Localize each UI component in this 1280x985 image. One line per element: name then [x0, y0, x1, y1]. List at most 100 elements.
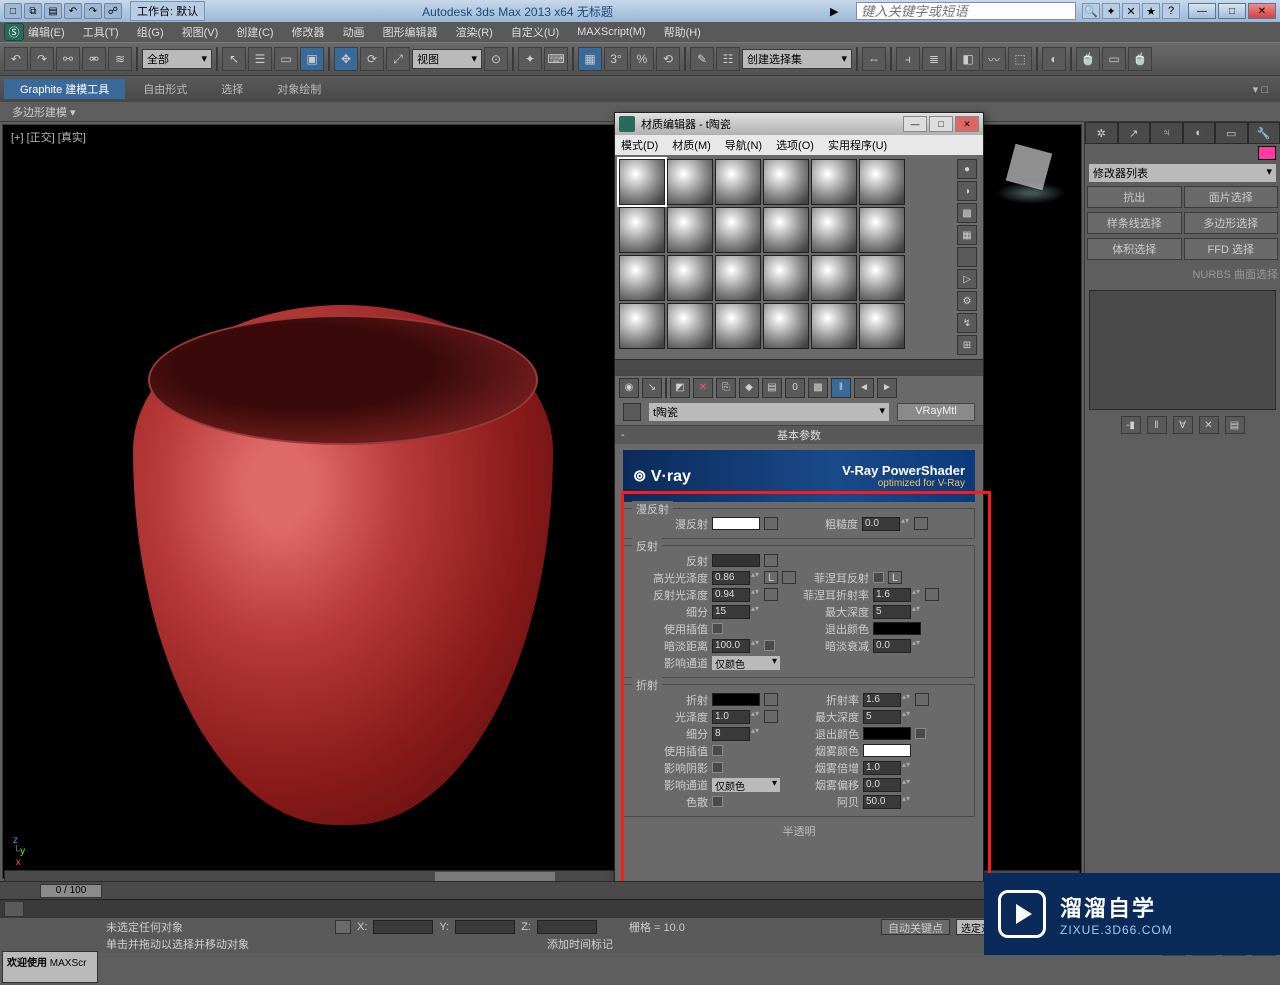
rotate-icon[interactable]: ⟳: [360, 47, 384, 71]
unlink-icon[interactable]: ⚮: [82, 47, 106, 71]
qat-link-icon[interactable]: ☍: [104, 3, 122, 19]
make-unique-icon[interactable]: ∀: [1173, 416, 1193, 434]
sample-slot[interactable]: [811, 255, 857, 301]
pivot-icon[interactable]: ⊙: [484, 47, 508, 71]
undo-icon[interactable]: ↶: [4, 47, 28, 71]
refract-map-button[interactable]: [764, 693, 778, 706]
roughness-spinner[interactable]: 0.0: [862, 517, 900, 531]
menu-group[interactable]: 组(G): [137, 24, 164, 40]
configure-mod-icon[interactable]: ▤: [1225, 416, 1245, 434]
qat-new-icon[interactable]: □: [4, 3, 22, 19]
modifier-stack[interactable]: [1089, 290, 1276, 410]
tab-objectpaint[interactable]: 对象绘制: [261, 79, 337, 99]
options-icon[interactable]: ⚙: [957, 291, 977, 311]
rendered-frame-icon[interactable]: ▭: [1102, 47, 1126, 71]
sample-slot[interactable]: [811, 159, 857, 205]
refl-subdiv-spinner[interactable]: 15: [712, 605, 750, 619]
material-editor-icon[interactable]: ◐: [1042, 47, 1066, 71]
keyboard-shortcut-icon[interactable]: ⌨: [544, 47, 568, 71]
hglossy-spinner[interactable]: 0.86: [712, 571, 750, 585]
refr-maxdepth-spinner[interactable]: 5: [863, 710, 901, 724]
close-button[interactable]: ✕: [1248, 3, 1276, 19]
pick-material-icon[interactable]: [623, 403, 641, 421]
background-icon[interactable]: ▩: [957, 203, 977, 223]
bind-spacewarp-icon[interactable]: ≋: [108, 47, 132, 71]
refl-exitcolor-swatch[interactable]: [873, 622, 921, 635]
sample-slot[interactable]: [859, 159, 905, 205]
fresnel-ior-map-button[interactable]: [925, 588, 939, 601]
trackbar-open-icon[interactable]: [4, 901, 24, 917]
sample-slot[interactable]: [811, 303, 857, 349]
abbe-spinner[interactable]: 50.0: [863, 795, 901, 809]
rglossy-spinner[interactable]: 0.94: [712, 588, 750, 602]
sample-slot[interactable]: [859, 303, 905, 349]
refl-affect-combo[interactable]: 仅颜色: [712, 656, 780, 670]
me-menu-navigate[interactable]: 导航(N): [725, 137, 762, 153]
refract-color-swatch[interactable]: [712, 693, 760, 706]
refr-shadows-checkbox[interactable]: [712, 762, 723, 773]
me-menu-utils[interactable]: 实用程序(U): [828, 137, 887, 153]
layers-icon[interactable]: ≣: [922, 47, 946, 71]
window-crossing-icon[interactable]: ▣: [300, 47, 324, 71]
roughness-map-button[interactable]: [914, 517, 928, 530]
rglossy-map-button[interactable]: [764, 588, 778, 601]
coord-x-input[interactable]: [373, 920, 433, 934]
mtl-map-nav-icon[interactable]: ⊞: [957, 335, 977, 355]
show-end-icon[interactable]: ‖: [1147, 416, 1167, 434]
menu-modifiers[interactable]: 修改器: [292, 24, 325, 40]
diffuse-map-button[interactable]: [764, 517, 778, 530]
tab-freeform[interactable]: 自由形式: [127, 79, 203, 99]
fresnel-checkbox[interactable]: [873, 572, 884, 583]
tab-create-icon[interactable]: ✲: [1085, 122, 1118, 144]
fresnel-ior-spinner[interactable]: 1.6: [873, 588, 911, 602]
sample-slot[interactable]: [619, 303, 665, 349]
put-to-library-icon[interactable]: ▤: [762, 378, 782, 398]
refr-exitcolor-swatch[interactable]: [863, 727, 911, 740]
snap-toggle-icon[interactable]: ▦: [578, 47, 602, 71]
select-object-icon[interactable]: ↖: [222, 47, 246, 71]
spinner-snap-icon[interactable]: ⟲: [656, 47, 680, 71]
modifier-button-0[interactable]: 抗出: [1087, 186, 1182, 208]
hglossy-map-button[interactable]: [782, 571, 796, 584]
tab-hierarchy-icon[interactable]: ♃: [1150, 122, 1183, 144]
select-manipulate-icon[interactable]: ✦: [518, 47, 542, 71]
viewport-label[interactable]: [+] [正交] [真实]: [11, 129, 86, 145]
align-icon[interactable]: ⫞: [896, 47, 920, 71]
render-icon[interactable]: 🍵: [1128, 47, 1152, 71]
sample-hscrollbar[interactable]: [615, 359, 983, 375]
material-name-combo[interactable]: t陶瓷: [649, 403, 889, 421]
sample-slot[interactable]: [619, 207, 665, 253]
sample-slot[interactable]: [859, 255, 905, 301]
mirror-icon[interactable]: ⇔: [862, 47, 886, 71]
go-parent-icon[interactable]: ◄: [854, 378, 874, 398]
sample-slot[interactable]: [619, 159, 665, 205]
angle-snap-icon[interactable]: 3°: [604, 47, 628, 71]
sample-slot[interactable]: [667, 255, 713, 301]
app-menu-icon[interactable]: Ⓢ: [4, 23, 24, 41]
modifier-button-4[interactable]: 体积选择: [1087, 238, 1182, 260]
tab-modify-icon[interactable]: ↗: [1118, 122, 1151, 144]
reflect-map-button[interactable]: [764, 554, 778, 567]
ior-spinner[interactable]: 1.6: [863, 693, 901, 707]
refcoord-combo[interactable]: 视图: [412, 49, 482, 69]
sample-slot[interactable]: [763, 303, 809, 349]
sample-slot[interactable]: [715, 207, 761, 253]
selection-lock-icon[interactable]: [335, 920, 351, 934]
autokey-button[interactable]: 自动关键点: [881, 919, 950, 935]
dimfall-spinner[interactable]: 0.0: [873, 639, 911, 653]
refr-glossy-map-button[interactable]: [764, 710, 778, 723]
pin-stack-icon[interactable]: -▮: [1121, 416, 1141, 434]
time-slider-handle[interactable]: 0 / 100: [40, 884, 102, 898]
maximize-button[interactable]: □: [1218, 3, 1246, 19]
refr-exitcolor-checkbox[interactable]: [915, 728, 926, 739]
fresnel-L-button[interactable]: L: [888, 571, 902, 584]
infocenter-arrow-icon[interactable]: ▶: [830, 5, 852, 18]
mateditor-close-button[interactable]: ✕: [955, 116, 979, 132]
coord-y-input[interactable]: [455, 920, 515, 934]
sample-type-icon[interactable]: ●: [957, 159, 977, 179]
menu-tools[interactable]: 工具(T): [83, 24, 119, 40]
me-menu-mode[interactable]: 模式(D): [621, 137, 658, 153]
edit-named-sel-icon[interactable]: ✎: [690, 47, 714, 71]
redo-icon[interactable]: ↷: [30, 47, 54, 71]
exchange-icon[interactable]: ✕: [1122, 3, 1140, 19]
